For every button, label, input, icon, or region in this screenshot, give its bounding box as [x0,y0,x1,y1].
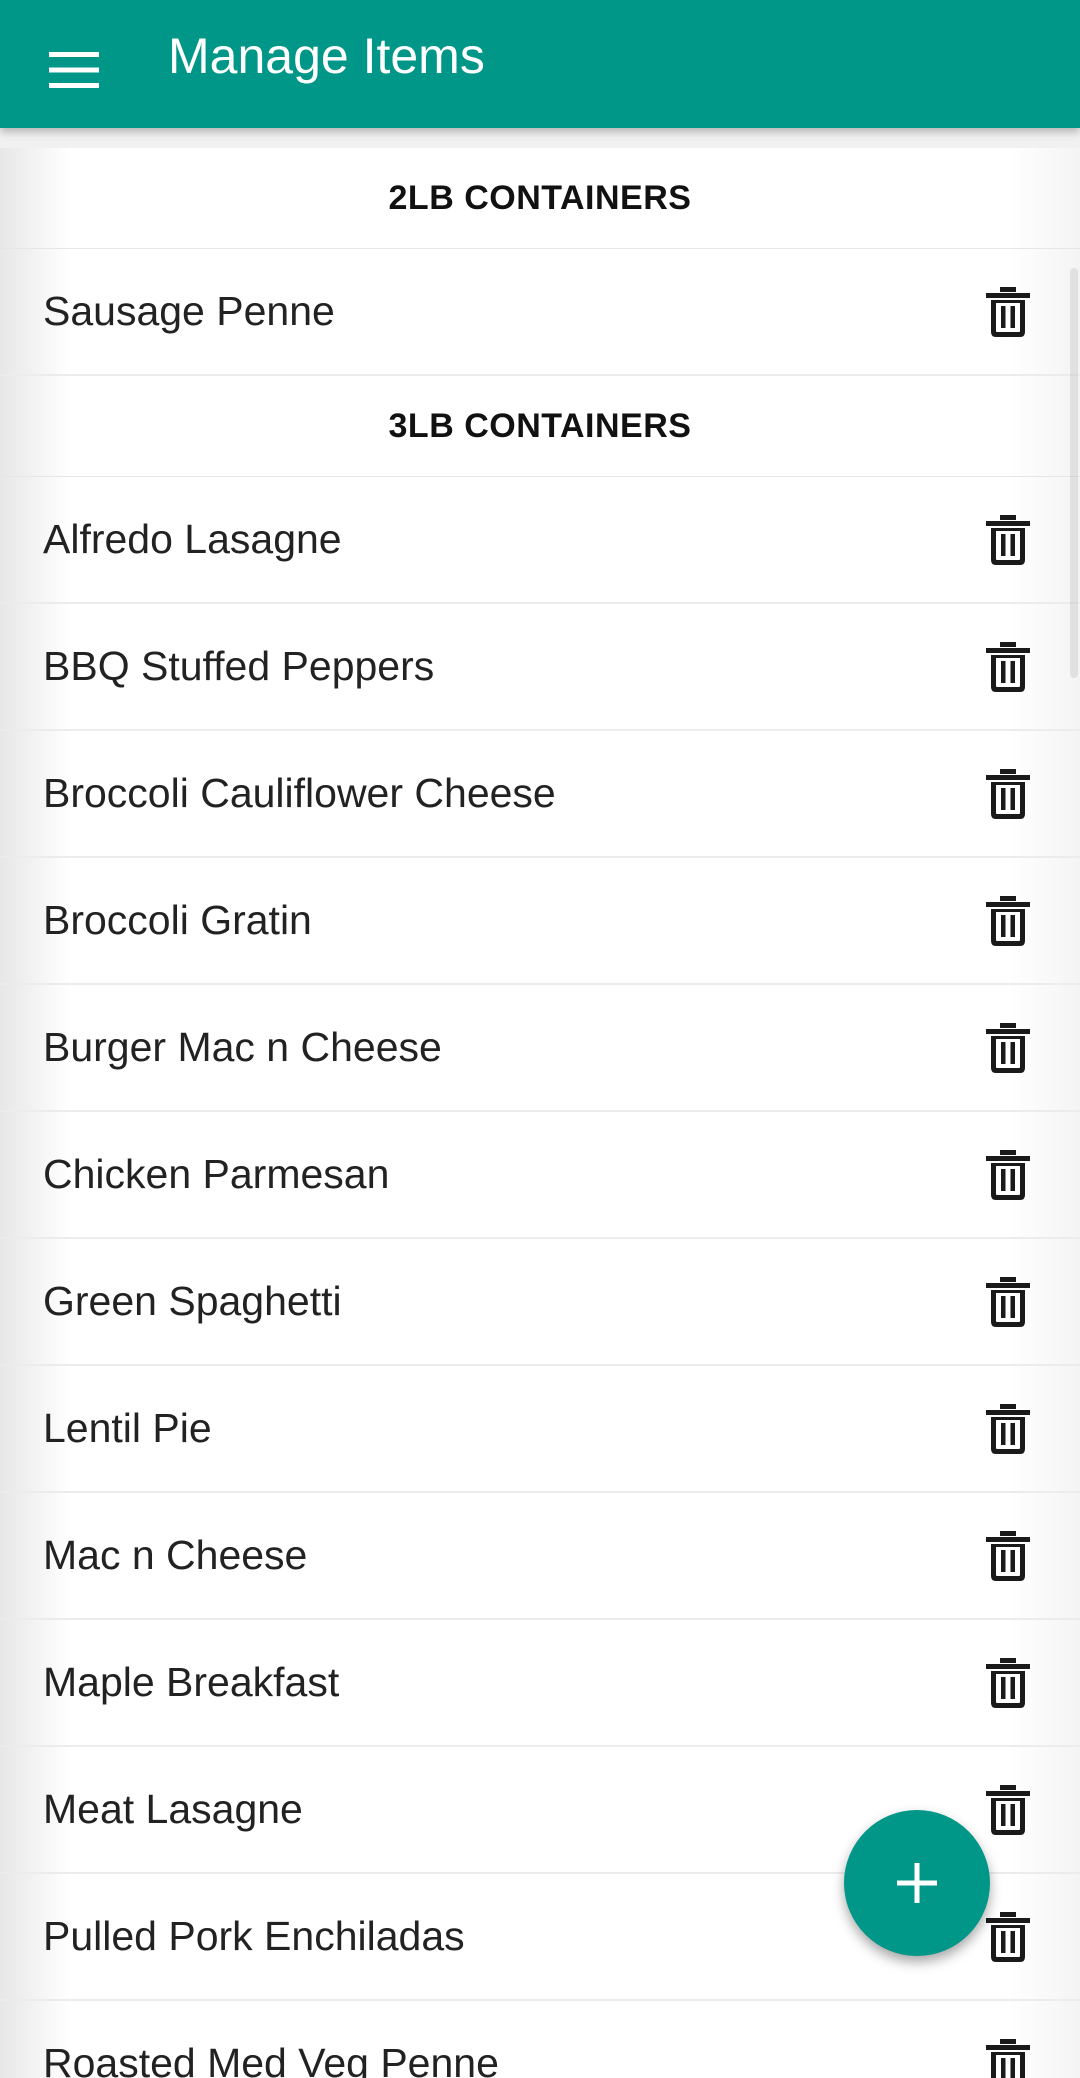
item-label: Sausage Penne [43,288,335,334]
trash-icon [986,2038,1030,2078]
delete-button[interactable] [968,881,1048,961]
trash-icon [986,1403,1030,1454]
item-label: Lentil Pie [43,1405,212,1451]
trash-icon [986,1149,1030,1200]
section-header: 3LB CONTAINERS [0,376,1080,477]
item-label: Meat Lasagne [43,1786,303,1832]
menu-button[interactable] [24,20,124,120]
delete-button[interactable] [968,1516,1048,1596]
trash-icon [986,768,1030,819]
item-label: Roasted Med Veg Penne [43,2040,499,2078]
trash-icon [986,286,1030,337]
delete-button[interactable] [968,1135,1048,1215]
item-label: Broccoli Cauliflower Cheese [43,770,556,816]
app-bar: Manage Items [0,0,1080,128]
delete-button[interactable] [968,627,1048,707]
item-label: Broccoli Gratin [43,897,312,943]
trash-icon [986,1022,1030,1073]
delete-button[interactable] [968,1770,1048,1850]
trash-icon [986,1911,1030,1962]
delete-button[interactable] [968,1262,1048,1342]
item-label: Mac n Cheese [43,1532,308,1578]
plus-icon [897,1863,937,1903]
item-label: Maple Breakfast [43,1659,340,1705]
item-label: Alfredo Lasagne [43,516,342,562]
item-list[interactable]: 2LB CONTAINERS Sausage Penne 3LB CONTAINE… [0,148,1080,2078]
hamburger-menu-icon [49,52,99,88]
list-item[interactable]: Roasted Med Veg Penne [0,2001,1080,2078]
content-area[interactable]: 2LB CONTAINERS Sausage Penne 3LB CONTAINE… [0,128,1080,2078]
item-label: Burger Mac n Cheese [43,1024,442,1070]
page-title: Manage Items [168,28,485,84]
item-label: Pulled Pork Enchiladas [43,1913,465,1959]
delete-button[interactable] [968,1389,1048,1469]
delete-button[interactable] [968,754,1048,834]
section-header: 2LB CONTAINERS [0,148,1080,249]
delete-button[interactable] [968,1008,1048,1088]
trash-icon [986,1657,1030,1708]
scrollbar[interactable] [1070,268,1078,678]
item-label: Chicken Parmesan [43,1151,390,1197]
delete-button[interactable] [968,1643,1048,1723]
list-item[interactable]: Broccoli Gratin [0,858,1080,985]
list-item[interactable]: Chicken Parmesan [0,1112,1080,1239]
list-item[interactable]: Broccoli Cauliflower Cheese [0,731,1080,858]
trash-icon [986,641,1030,692]
trash-icon [986,895,1030,946]
delete-button[interactable] [968,2024,1048,2078]
list-item[interactable]: Alfredo Lasagne [0,477,1080,604]
delete-button[interactable] [968,272,1048,352]
list-item[interactable]: BBQ Stuffed Peppers [0,604,1080,731]
trash-icon [986,1784,1030,1835]
trash-icon [986,1530,1030,1581]
list-item[interactable]: Mac n Cheese [0,1493,1080,1620]
delete-button[interactable] [968,500,1048,580]
item-label: Green Spaghetti [43,1278,342,1324]
trash-icon [986,514,1030,565]
list-item[interactable]: Lentil Pie [0,1366,1080,1493]
list-item[interactable]: Sausage Penne [0,249,1080,376]
item-label: BBQ Stuffed Peppers [43,643,435,689]
list-item[interactable]: Green Spaghetti [0,1239,1080,1366]
trash-icon [986,1276,1030,1327]
list-item[interactable]: Burger Mac n Cheese [0,985,1080,1112]
list-item[interactable]: Maple Breakfast [0,1620,1080,1747]
add-item-button[interactable] [844,1810,990,1956]
